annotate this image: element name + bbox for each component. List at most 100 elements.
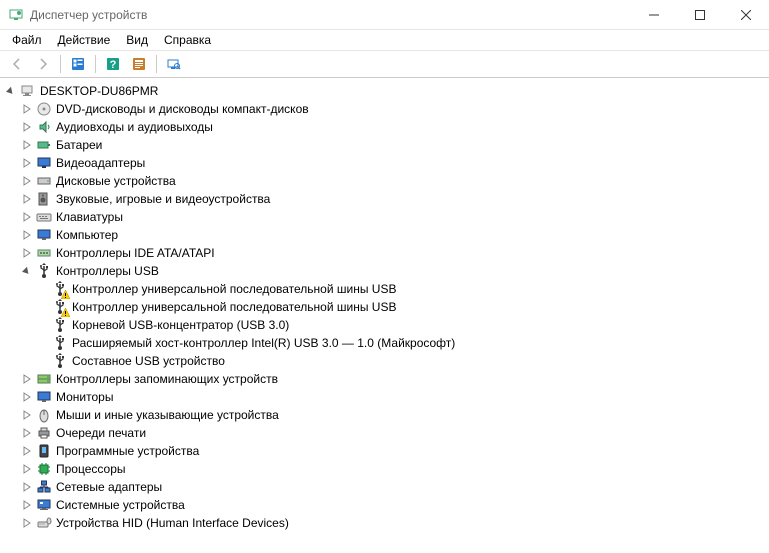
scan-hardware-button[interactable] (163, 53, 185, 75)
cpu-icon (36, 461, 52, 477)
tree-category-label: Батареи (56, 136, 102, 154)
tree-category-usb[interactable]: Контроллеры USB (2, 262, 767, 280)
tree-category-network[interactable]: Сетевые адаптеры (2, 478, 767, 496)
battery-icon (36, 137, 52, 153)
expand-icon[interactable] (20, 516, 34, 530)
usb-icon (36, 263, 52, 279)
tree-device-label: Составное USB устройство (72, 352, 225, 370)
tree-category-system[interactable]: Системные устройства (2, 496, 767, 514)
computer-icon (20, 83, 36, 99)
window-title: Диспетчер устройств (30, 8, 631, 22)
tree-category-video[interactable]: Видеоадаптеры (2, 154, 767, 172)
tree-category-label: Компьютер (56, 226, 118, 244)
back-button (6, 53, 28, 75)
expand-icon[interactable] (20, 390, 34, 404)
expand-icon[interactable] (20, 138, 34, 152)
tree-device-label: Контроллер универсальной последовательно… (72, 280, 396, 298)
tree-category-battery[interactable]: Батареи (2, 136, 767, 154)
tree-device[interactable]: Контроллер универсальной последовательно… (2, 298, 767, 316)
usb-icon (52, 353, 68, 369)
tree-category-label: Устройства HID (Human Interface Devices) (56, 514, 289, 532)
tree-category-printq[interactable]: Очереди печати (2, 424, 767, 442)
expand-icon[interactable] (20, 246, 34, 260)
expand-icon[interactable] (20, 498, 34, 512)
hid-icon (36, 515, 52, 531)
tree-device[interactable]: Расширяемый хост-контроллер Intel(R) USB… (2, 334, 767, 352)
tree-category-storage[interactable]: Контроллеры запоминающих устройств (2, 370, 767, 388)
tree-category-label: DVD-дисководы и дисководы компакт-дисков (56, 100, 309, 118)
ide-icon (36, 245, 52, 261)
expand-icon[interactable] (20, 462, 34, 476)
expand-icon[interactable] (20, 174, 34, 188)
menu-file[interactable]: Файл (4, 31, 50, 49)
tree-category-label: Процессоры (56, 460, 126, 478)
expand-icon[interactable] (20, 192, 34, 206)
toolbar-separator (60, 55, 61, 73)
monitor-icon (36, 389, 52, 405)
maximize-button[interactable] (677, 0, 723, 30)
expand-icon[interactable] (20, 210, 34, 224)
tree-category-cpu[interactable]: Процессоры (2, 460, 767, 478)
tree-category-sound[interactable]: Звуковые, игровые и видеоустройства (2, 190, 767, 208)
tree-device[interactable]: Контроллер универсальной последовательно… (2, 280, 767, 298)
tree-category-keyboard[interactable]: Клавиатуры (2, 208, 767, 226)
usb-icon (52, 317, 68, 333)
close-button[interactable] (723, 0, 769, 30)
toolbar: ? (0, 50, 769, 78)
expand-icon[interactable] (20, 444, 34, 458)
tree-root[interactable]: DESKTOP-DU86PMR (2, 82, 767, 100)
tree-category-monitors[interactable]: Мониторы (2, 388, 767, 406)
tree-device[interactable]: Составное USB устройство (2, 352, 767, 370)
tree-category-label: Программные устройства (56, 442, 199, 460)
properties-button[interactable] (128, 53, 150, 75)
help-button[interactable]: ? (102, 53, 124, 75)
titlebar: Диспетчер устройств (0, 0, 769, 30)
tree-category-computer[interactable]: Компьютер (2, 226, 767, 244)
tree-category-mouse[interactable]: Мыши и иные указывающие устройства (2, 406, 767, 424)
tree-category-hid[interactable]: Устройства HID (Human Interface Devices) (2, 514, 767, 532)
tree-category-label: Мыши и иные указывающие устройства (56, 406, 279, 424)
tree-category-dvd[interactable]: DVD-дисководы и дисководы компакт-дисков (2, 100, 767, 118)
menu-help[interactable]: Справка (156, 31, 219, 49)
minimize-button[interactable] (631, 0, 677, 30)
expand-icon[interactable] (20, 156, 34, 170)
usb-icon (52, 281, 68, 297)
keyboard-icon (36, 209, 52, 225)
usb-icon (52, 299, 68, 315)
forward-button (32, 53, 54, 75)
hdd-icon (36, 173, 52, 189)
expand-icon[interactable] (20, 120, 34, 134)
speaker-icon (36, 191, 52, 207)
app-icon (8, 7, 24, 23)
show-hidden-button[interactable] (67, 53, 89, 75)
tree-category-label: Звуковые, игровые и видеоустройства (56, 190, 270, 208)
tree-category-label: Контроллеры USB (56, 262, 159, 280)
svg-text:?: ? (110, 59, 117, 71)
menu-action[interactable]: Действие (50, 31, 119, 49)
collapse-icon[interactable] (20, 264, 34, 278)
expand-icon[interactable] (20, 408, 34, 422)
menu-view[interactable]: Вид (118, 31, 156, 49)
disc-icon (36, 101, 52, 117)
device-tree[interactable]: DESKTOP-DU86PMRDVD-дисководы и дисководы… (0, 78, 769, 553)
expand-icon[interactable] (20, 426, 34, 440)
expand-icon[interactable] (20, 228, 34, 242)
expand-icon[interactable] (20, 372, 34, 386)
tree-category-software[interactable]: Программные устройства (2, 442, 767, 460)
mouse-icon (36, 407, 52, 423)
tree-category-audio[interactable]: Аудиовходы и аудиовыходы (2, 118, 767, 136)
system-icon (36, 497, 52, 513)
software-icon (36, 443, 52, 459)
tree-root-label: DESKTOP-DU86PMR (40, 82, 158, 100)
toolbar-separator (95, 55, 96, 73)
tree-category-disk[interactable]: Дисковые устройства (2, 172, 767, 190)
tree-category-label: Аудиовходы и аудиовыходы (56, 118, 213, 136)
tree-category-ide[interactable]: Контроллеры IDE ATA/ATAPI (2, 244, 767, 262)
expand-icon[interactable] (20, 102, 34, 116)
usb-icon (52, 335, 68, 351)
monitor-icon (36, 227, 52, 243)
tree-device[interactable]: Корневой USB-концентратор (USB 3.0) (2, 316, 767, 334)
collapse-icon[interactable] (4, 84, 18, 98)
expand-icon[interactable] (20, 480, 34, 494)
tree-category-label: Дисковые устройства (56, 172, 176, 190)
